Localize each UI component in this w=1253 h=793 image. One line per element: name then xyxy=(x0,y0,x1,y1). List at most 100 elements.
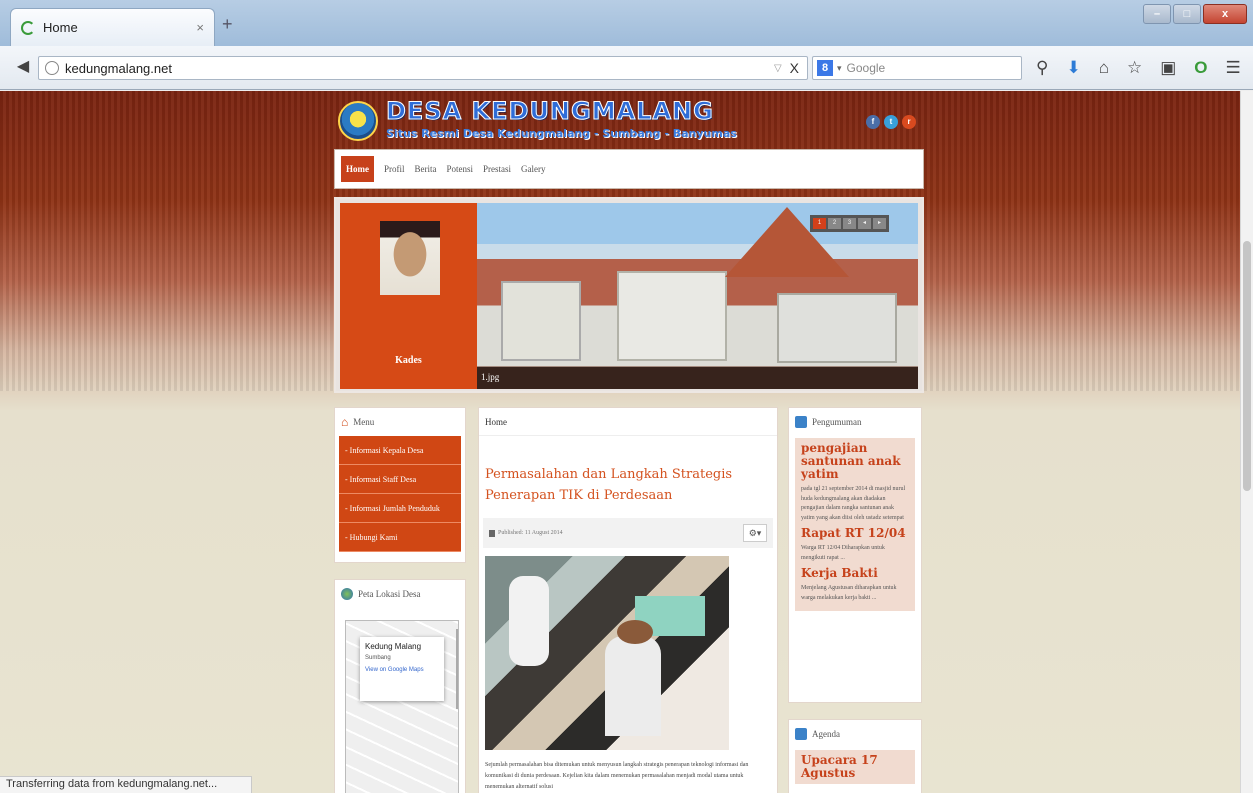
search-icon[interactable]: ⚲ xyxy=(1036,58,1048,78)
nav-profil[interactable]: Profil xyxy=(384,164,405,174)
article-box: Home Permasalahan dan Langkah Strategis … xyxy=(478,407,778,793)
photo-figure xyxy=(509,576,549,666)
agenda-list: Upacara 17 Agustus xyxy=(795,750,915,784)
address-bar[interactable]: kedungmalang.net ▽ X xyxy=(38,56,808,80)
nav-galery[interactable]: Galery xyxy=(521,164,546,174)
announcement-text: pada tgl 21 september 2014 di masjid nur… xyxy=(801,486,906,521)
search-box[interactable]: 8 ▾ Google xyxy=(812,56,1022,80)
photo-figure xyxy=(605,636,661,736)
toolbar-icons: ⚲ ⬇ ⌂ ☆ ▣ O ☰ xyxy=(1036,58,1241,78)
slider-page-2[interactable]: 2 xyxy=(828,218,841,229)
page-scrollbar[interactable] xyxy=(1240,91,1253,793)
pengumuman-title: Pengumuman xyxy=(812,417,862,427)
site-container: DESA KEDUNGMALANG Situs Resmi Desa Kedun… xyxy=(334,91,924,793)
status-bar: Transferring data from kedungmalang.net.… xyxy=(0,776,252,793)
building-shape xyxy=(617,271,727,361)
back-button[interactable]: ◀ xyxy=(8,54,38,80)
nav-home[interactable]: Home xyxy=(341,156,374,182)
pengumuman-header: Pengumuman xyxy=(789,408,921,436)
slider-prev-button[interactable]: ◂ xyxy=(858,218,871,229)
agenda-header: Agenda xyxy=(789,720,921,748)
bookmark-star-icon[interactable]: ☆ xyxy=(1127,58,1142,78)
agenda-title: Agenda xyxy=(812,729,840,739)
slider-pager: 1 2 3 ◂ ▸ xyxy=(810,215,889,232)
search-placeholder[interactable]: Google xyxy=(847,61,886,75)
slider-page-3[interactable]: 3 xyxy=(843,218,856,229)
announcement-text: Warga RT 12/04 Diharapkan untuk mengikut… xyxy=(801,545,885,561)
home-icon: ⌂ xyxy=(341,414,349,429)
article-published-date: Published: 11 August 2014 xyxy=(498,530,563,536)
announcement-title[interactable]: pengajian santunan anak yatim xyxy=(801,442,909,481)
breadcrumb[interactable]: Home xyxy=(479,408,777,436)
map-zoom-slider[interactable] xyxy=(456,629,458,709)
kades-portrait xyxy=(380,221,440,295)
calendar-icon xyxy=(795,728,807,740)
agenda-item-title[interactable]: Upacara 17 Agustus xyxy=(801,754,909,780)
announcement-title[interactable]: Kerja Bakti xyxy=(801,567,909,580)
site-title[interactable]: DESA KEDUNGMALANG xyxy=(386,97,714,126)
menu-item-hubungi-kami[interactable]: - Hubungi Kami xyxy=(339,523,461,552)
nav-prestasi[interactable]: Prestasi xyxy=(483,164,511,174)
photo-cap xyxy=(617,620,653,644)
twitter-icon[interactable]: t xyxy=(884,115,898,129)
nav-potensi[interactable]: Potensi xyxy=(447,164,474,174)
minimize-button[interactable]: – xyxy=(1143,4,1171,24)
calendar-icon xyxy=(489,529,495,537)
kades-caption: Kades xyxy=(395,355,422,366)
addon-icon[interactable]: O xyxy=(1194,58,1207,78)
home-icon[interactable]: ⌂ xyxy=(1099,58,1109,78)
rss-icon[interactable]: r xyxy=(902,115,916,129)
building-shape xyxy=(777,293,897,363)
search-engine-dropdown-icon[interactable]: ▾ xyxy=(837,63,842,74)
stop-loading-icon[interactable]: X xyxy=(790,60,799,76)
announcement-icon xyxy=(795,416,807,428)
map-place-sub: Sumbang xyxy=(365,655,391,661)
slider-photo-caption: 1.jpg xyxy=(477,367,918,389)
menu-box: ⌂ Menu - Informasi Kepala Desa - Informa… xyxy=(334,407,466,563)
slider-next-button[interactable]: ▸ xyxy=(873,218,886,229)
social-links: f t r xyxy=(866,115,916,129)
menu-box-header: ⌂ Menu xyxy=(335,408,465,436)
tab-close-icon[interactable]: × xyxy=(196,20,204,35)
article-image xyxy=(485,556,729,750)
scrollbar-thumb[interactable] xyxy=(1243,241,1251,491)
site-subtitle: Situs Resmi Desa Kedungmalang - Sumbang … xyxy=(386,127,737,140)
menu-item-kepala-desa[interactable]: - Informasi Kepala Desa xyxy=(339,436,461,465)
map-info-window: Kedung Malang Sumbang View on Google Map… xyxy=(360,637,444,701)
map-box-title: Peta Lokasi Desa xyxy=(358,589,421,599)
slider-page-1[interactable]: 1 xyxy=(813,218,826,229)
facebook-icon[interactable]: f xyxy=(866,115,880,129)
kades-panel[interactable]: Kades xyxy=(340,203,477,389)
google-icon[interactable]: 8 xyxy=(817,60,833,76)
pengumuman-box: Pengumuman pengajian santunan anak yatim… xyxy=(788,407,922,703)
tab-title: Home xyxy=(43,20,78,35)
page-viewport: DESA KEDUNGMALANG Situs Resmi Desa Kedun… xyxy=(0,91,1240,793)
village-logo[interactable] xyxy=(338,101,378,141)
google-map[interactable]: Kedung Malang Sumbang View on Google Map… xyxy=(345,620,459,793)
map-place-name: Kedung Malang xyxy=(365,642,422,651)
agenda-box: Agenda Upacara 17 Agustus xyxy=(788,719,922,793)
maximize-button[interactable]: □ xyxy=(1173,4,1201,24)
bookmarks-menu-icon[interactable]: ▣ xyxy=(1160,58,1176,78)
article-tools-gear-icon[interactable]: ⚙▾ xyxy=(743,524,767,542)
building-shape xyxy=(501,281,581,361)
menu-icon[interactable]: ☰ xyxy=(1226,58,1241,78)
announcement-title[interactable]: Rapat RT 12/04 xyxy=(801,527,909,540)
new-tab-button[interactable]: + xyxy=(222,14,233,35)
map-box-header: Peta Lokasi Desa xyxy=(335,580,465,608)
pengumuman-list: pengajian santunan anak yatim pada tgl 2… xyxy=(795,438,915,611)
image-slider: Kades 1.jpg 1 2 3 ◂ ▸ xyxy=(334,197,924,393)
view-on-google-maps-link[interactable]: View on Google Maps xyxy=(365,667,439,673)
nav-berita[interactable]: Berita xyxy=(415,164,437,174)
menu-box-title: Menu xyxy=(353,417,375,427)
download-icon[interactable]: ⬇ xyxy=(1066,58,1080,78)
browser-tab-bar: Home × + – □ x xyxy=(0,0,1253,46)
url-history-dropdown-icon[interactable]: ▽ xyxy=(774,63,782,74)
menu-item-jumlah-penduduk[interactable]: - Informasi Jumlah Penduduk xyxy=(339,494,461,523)
browser-tab[interactable]: Home × xyxy=(10,8,215,46)
url-text[interactable]: kedungmalang.net xyxy=(65,61,774,76)
menu-item-staff-desa[interactable]: - Informasi Staff Desa xyxy=(339,465,461,494)
close-window-button[interactable]: x xyxy=(1203,4,1247,24)
article-title[interactable]: Permasalahan dan Langkah Strategis Pener… xyxy=(485,464,769,506)
article-meta: Published: 11 August 2014 ⚙▾ xyxy=(483,518,773,548)
